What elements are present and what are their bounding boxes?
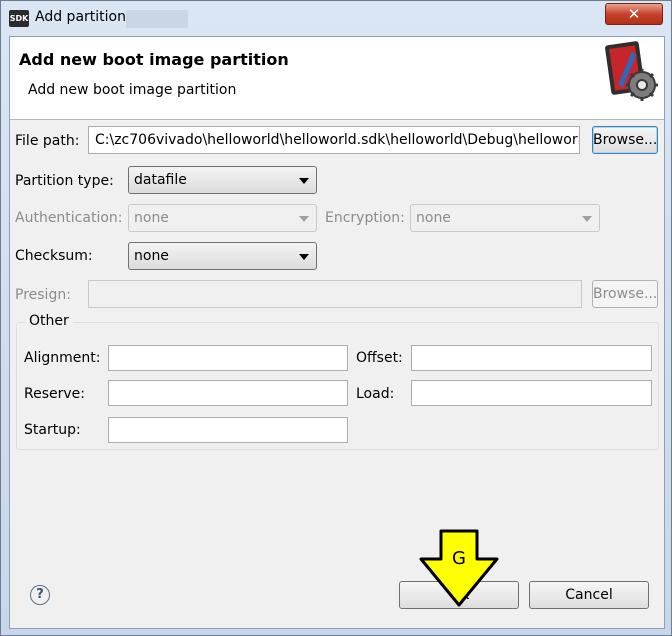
chevron-down-icon [299,254,309,260]
load-input[interactable] [411,380,652,406]
encryption-value: none [416,210,451,226]
partition-type-label: Partition type: [15,173,114,189]
partition-type-select[interactable]: datafile [128,166,317,194]
checksum-select[interactable]: none [128,242,317,270]
dialog-client-area: Add new boot image partition Add new boo… [9,36,665,629]
close-button[interactable]: ✕ [605,3,663,25]
chevron-down-icon [582,216,592,222]
banner-title: Add new boot image partition [19,50,289,69]
banner-description: Add new boot image partition [28,82,237,98]
window-title: Add partition [35,9,126,25]
encryption-select[interactable]: none [410,204,600,232]
cancel-button[interactable]: Cancel [529,581,649,609]
close-icon: ✕ [627,5,641,23]
gear-document-icon [605,41,658,101]
offset-label: Offset: [356,350,403,366]
file-path-input[interactable]: C:\zc706vivado\helloworld\helloworld.sdk… [88,126,580,154]
presign-input[interactable] [88,280,582,308]
presign-browse-button[interactable]: Browse... [592,280,658,308]
dialog-window: SDK Add partition ✕ Add new boot image p… [0,0,672,636]
header-banner: Add new boot image partition Add new boo… [10,37,664,120]
other-group: Other Alignment: Offset: Reserve: Load: … [16,313,659,450]
chevron-down-icon [299,178,309,184]
sdk-app-icon: SDK [9,10,29,27]
encryption-label: Encryption: [325,210,405,226]
other-group-title: Other [25,313,73,329]
annotation-letter: G [452,548,466,569]
load-label: Load: [356,386,395,402]
file-path-label: File path: [15,133,80,149]
authentication-value: none [134,210,169,226]
reserve-input[interactable] [108,380,348,406]
checksum-label: Checksum: [15,248,93,264]
offset-input[interactable] [411,345,652,371]
reserve-label: Reserve: [24,386,85,402]
file-path-browse-button[interactable]: Browse... [592,126,658,154]
help-icon[interactable]: ? [30,585,50,605]
partition-type-value: datafile [134,172,187,188]
authentication-label: Authentication: [15,210,123,226]
chevron-down-icon [299,216,309,222]
authentication-select[interactable]: none [128,204,317,232]
annotation-arrow-icon: G [419,529,499,607]
title-bar[interactable]: SDK Add partition ✕ [1,1,671,35]
alignment-input[interactable] [108,345,348,371]
startup-input[interactable] [108,417,348,443]
title-bar-blur [126,10,188,28]
startup-label: Startup: [24,422,81,438]
alignment-label: Alignment: [24,350,101,366]
presign-label: Presign: [15,287,71,303]
checksum-value: none [134,248,169,264]
